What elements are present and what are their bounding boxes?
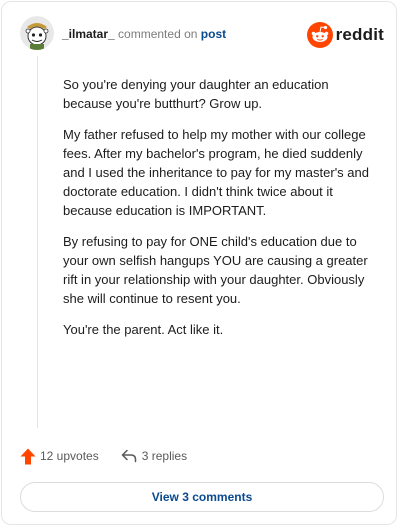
- snoo-avatar-icon: [20, 16, 54, 50]
- comment-paragraph: You're the parent. Act like it.: [63, 322, 224, 337]
- reddit-logo-icon: [306, 22, 333, 48]
- replies-button[interactable]: 3 replies: [121, 449, 187, 463]
- reply-arrow-icon: [121, 449, 136, 463]
- comment-paragraph: So you're denying your daughter an educa…: [63, 77, 329, 111]
- comment-header: _ilmatar_ commented on post reddit: [20, 16, 386, 56]
- comment-actions: 12 upvotes 3 replies: [20, 446, 187, 466]
- upvote-count: 12 upvotes: [40, 449, 99, 463]
- post-link[interactable]: post: [201, 27, 226, 41]
- username-link[interactable]: _ilmatar_: [62, 27, 115, 41]
- comment-paragraph: By refusing to pay for ONE child's educa…: [63, 234, 368, 306]
- reply-count: 3 replies: [141, 449, 188, 463]
- view-comments-button[interactable]: View 3 comments: [20, 482, 384, 512]
- reddit-brand[interactable]: reddit: [306, 22, 384, 48]
- upvote-arrow-icon: [20, 448, 36, 464]
- comment-body: So you're denying your daughter an educa…: [63, 75, 373, 351]
- upvote-button[interactable]: 12 upvotes: [20, 448, 99, 465]
- thread-line: [37, 56, 38, 428]
- comment-paragraph: My father refused to help my mother with…: [63, 127, 369, 218]
- avatar[interactable]: [20, 16, 54, 50]
- comment-card: _ilmatar_ commented on post reddit So yo…: [1, 1, 397, 525]
- comment-meta: _ilmatar_ commented on post: [62, 26, 226, 42]
- action-text: commented on: [118, 27, 198, 41]
- brand-wordmark: reddit: [335, 25, 384, 44]
